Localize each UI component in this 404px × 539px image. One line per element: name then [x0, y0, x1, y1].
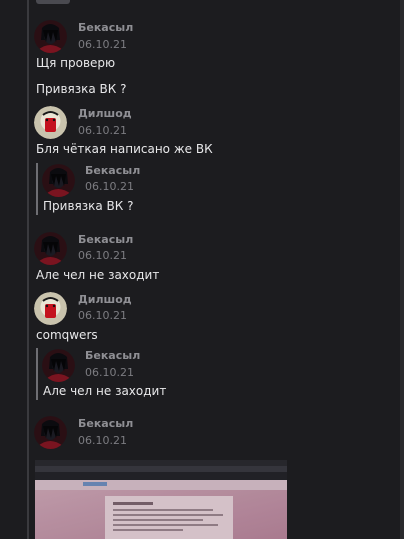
- avatar: [42, 349, 75, 382]
- thread-line: [27, 0, 29, 539]
- author-name[interactable]: Дилшод: [78, 107, 132, 120]
- cartoon-red-avatar-icon: [34, 292, 67, 325]
- quote-author: Бекасыл: [85, 349, 141, 362]
- author-name[interactable]: Бекасыл: [78, 417, 133, 430]
- quote-bar: [36, 348, 38, 400]
- avatar[interactable]: [34, 232, 67, 265]
- scrollbar[interactable]: [400, 0, 404, 539]
- laptop-screen-photo-icon: [35, 460, 287, 539]
- quote-text: Але чел не заходит: [43, 384, 167, 398]
- message-text: Привязка ВК ?: [36, 82, 127, 96]
- dark-character-avatar-icon: [34, 20, 67, 53]
- quote-author: Бекасыл: [85, 164, 141, 177]
- avatar[interactable]: [34, 20, 67, 53]
- message-text: Щя проверю: [36, 56, 116, 70]
- avatar[interactable]: [34, 106, 67, 139]
- dark-character-avatar-icon: [42, 164, 75, 197]
- message-date: 06.10.21: [78, 38, 127, 51]
- quote-text: Привязка ВК ?: [43, 199, 134, 213]
- message-date: 06.10.21: [78, 249, 127, 262]
- quote-date: 06.10.21: [85, 366, 134, 379]
- quote-bar: [36, 163, 38, 215]
- dark-character-avatar-icon: [42, 349, 75, 382]
- avatar[interactable]: [34, 416, 67, 449]
- dark-character-avatar-icon: [34, 416, 67, 449]
- author-name[interactable]: Бекасыл: [78, 233, 133, 246]
- avatar: [42, 164, 75, 197]
- photo-attachment[interactable]: [35, 460, 287, 539]
- message-date: 06.10.21: [78, 434, 127, 447]
- author-name[interactable]: Дилшод: [78, 293, 132, 306]
- dark-character-avatar-icon: [34, 232, 67, 265]
- message-text: comqwers: [36, 328, 98, 342]
- message-text: Бля чёткая написано же ВК: [36, 142, 213, 156]
- cartoon-red-avatar-icon: [34, 106, 67, 139]
- previous-message-fragment: [36, 0, 70, 4]
- author-name[interactable]: Бекасыл: [78, 21, 133, 34]
- message-text: Але чел не заходит: [36, 268, 160, 282]
- message-date: 06.10.21: [78, 124, 127, 137]
- message-date: 06.10.21: [78, 309, 127, 322]
- avatar[interactable]: [34, 292, 67, 325]
- chat-window: Бекасыл 06.10.21 Щя проверю Привязка ВК …: [0, 0, 404, 539]
- quote-date: 06.10.21: [85, 180, 134, 193]
